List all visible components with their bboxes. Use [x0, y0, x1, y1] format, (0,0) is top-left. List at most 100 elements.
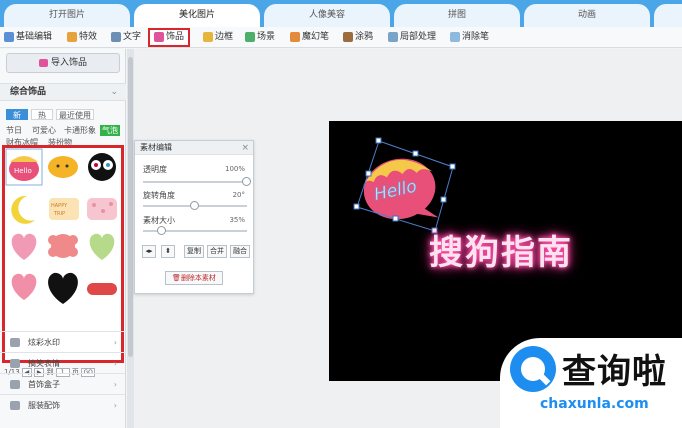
tool-label: 场景 [257, 32, 276, 42]
tool-accessories[interactable]: 饰品 [148, 28, 191, 47]
opacity-slider-knob[interactable] [242, 177, 251, 186]
scrollbar-thumb[interactable] [128, 57, 133, 357]
tool-label: 涂鸦 [355, 32, 374, 42]
watermark-url: chaxunla.com [540, 396, 649, 412]
tool-eraser[interactable]: 消除笔 [450, 30, 489, 45]
dialog-title: 素材编辑 × [135, 141, 253, 155]
sticker-hello-bubble[interactable]: Hello [5, 148, 43, 186]
tool-label: 饰品 [166, 32, 185, 42]
watermark-brand: 查询啦 [562, 352, 667, 392]
tool-bar: 基础编辑 特效 文字 饰品 边框 场景 魔幻笔 涂鸦 局部处理 消除笔 [0, 27, 682, 48]
tool-text[interactable]: 文字 [111, 30, 141, 45]
tab-more[interactable] [654, 4, 682, 27]
sticker-flower[interactable] [48, 234, 78, 258]
eraser-icon [450, 31, 460, 42]
section-header[interactable]: 综合饰品 ⌄ [0, 83, 126, 101]
sticker-black-eyes[interactable] [88, 153, 116, 181]
filter-new[interactable]: 新 [6, 109, 28, 120]
tab-open-image[interactable]: 打开图片 [4, 4, 130, 27]
panel-scrollbar[interactable] [127, 49, 134, 428]
category-row-label: 搞笑表情 [28, 359, 60, 368]
clothing-icon [10, 401, 20, 410]
brush-icon [343, 31, 353, 42]
category-cute[interactable]: 可爱心 [32, 125, 56, 136]
category-bubble[interactable]: 气泡 [100, 125, 120, 136]
tool-label: 消除笔 [462, 32, 490, 42]
bow-icon [154, 31, 164, 42]
tool-basic-edit[interactable]: 基础编辑 [4, 30, 52, 45]
tool-label: 边框 [215, 32, 234, 42]
sticker-black-heart[interactable] [48, 272, 78, 304]
category-row-watermark[interactable]: 炫彩水印 › [0, 331, 126, 352]
blend-button[interactable]: 融合 [230, 245, 250, 258]
tool-doodle[interactable]: 涂鸦 [343, 30, 373, 45]
local-adjust-icon [388, 31, 398, 42]
magic-wand-icon [67, 31, 77, 42]
tool-label: 特效 [79, 32, 98, 42]
sticker-moon[interactable] [11, 195, 35, 224]
dialog-title-text: 素材编辑 [140, 143, 172, 152]
text-icon [111, 31, 121, 42]
tool-magic-pen[interactable]: 魔幻笔 [290, 30, 329, 45]
delete-material-button[interactable]: 🗑删除本素材 [165, 271, 223, 285]
frame-icon [203, 31, 213, 42]
svg-text:Hello: Hello [14, 167, 32, 175]
opacity-value: 100% [224, 165, 245, 173]
import-icon [38, 58, 48, 67]
sticker-pink-pattern[interactable] [87, 198, 117, 220]
chevron-right-icon: › [113, 401, 117, 410]
flip-vertical-icon: ⬍ [165, 247, 171, 255]
size-slider[interactable] [143, 226, 247, 235]
size-label: 素材大小 [143, 216, 175, 225]
copy-button[interactable]: 复制 [184, 245, 204, 258]
merge-button[interactable]: 合并 [207, 245, 227, 258]
material-edit-dialog: 素材编辑 × 透明度 100% 旋转角度 20° 素材大小 35% ◂▸ ⬍ 复制… [134, 140, 254, 294]
sticker-yellow-face[interactable] [48, 156, 78, 178]
tool-scene[interactable]: 场景 [245, 30, 275, 45]
tab-animation[interactable]: 动画 [524, 4, 650, 27]
rotation-slider-knob[interactable] [190, 201, 199, 210]
close-icon[interactable]: × [241, 141, 249, 155]
trash-icon: 🗑 [172, 274, 181, 282]
size-slider-knob[interactable] [156, 226, 166, 235]
tool-frame[interactable]: 边框 [203, 30, 233, 45]
accessory-panel: 导入饰品 综合饰品 ⌄ 新 热 最近使用 节日 可爱心 卡通形象 气泡 财布冰帽 … [0, 49, 126, 428]
flip-vertical-button[interactable]: ⬍ [161, 245, 175, 258]
sticker-green-heart[interactable] [89, 233, 115, 260]
import-accessory-button[interactable]: 导入饰品 [6, 53, 120, 73]
tab-portrait-beauty[interactable]: 人像美容 [264, 4, 390, 27]
tool-local-adjust[interactable]: 局部处理 [388, 30, 436, 45]
tab-beautify-image[interactable]: 美化图片 [134, 4, 260, 27]
svg-text:TRIP: TRIP [53, 211, 65, 217]
watermark-icon [10, 338, 20, 347]
sticker-thumbnails: Hello HAPPY TRIP [5, 148, 117, 304]
chevron-right-icon: › [113, 359, 117, 368]
rotation-slider[interactable] [143, 201, 247, 210]
opacity-slider[interactable] [143, 177, 251, 186]
category-row-jewelry[interactable]: 首饰盒子 › [0, 373, 126, 394]
import-label: 导入饰品 [50, 58, 87, 68]
chevron-right-icon: › [113, 338, 117, 347]
emoji-icon [10, 359, 20, 368]
app-window: 打开图片 美化图片 人像美容 拼图 动画 基础编辑 特效 文字 饰品 边框 场景… [0, 0, 682, 428]
category-cartoon[interactable]: 卡通形象 [64, 125, 96, 136]
category-row-clothing[interactable]: 服装配饰 › [0, 394, 126, 415]
opacity-label: 透明度 [143, 165, 167, 174]
filter-recent[interactable]: 最近使用 [56, 109, 94, 120]
tool-label: 魔幻笔 [302, 32, 330, 42]
tool-label: 基础编辑 [16, 32, 53, 42]
section-title: 综合饰品 [10, 87, 47, 97]
sticker-happy-trip[interactable]: HAPPY TRIP [49, 198, 79, 220]
filter-hot[interactable]: 热 [31, 109, 53, 120]
tab-collage[interactable]: 拼图 [394, 4, 520, 27]
category-festival[interactable]: 节日 [6, 125, 22, 136]
svg-text:HAPPY: HAPPY [51, 203, 68, 209]
category-row-emoji[interactable]: 搞笑表情 › [0, 352, 126, 373]
sticker-red-label[interactable] [87, 283, 117, 295]
tool-effects[interactable]: 特效 [67, 30, 97, 45]
flip-horizontal-button[interactable]: ◂▸ [142, 245, 156, 258]
sticker-pink-heart[interactable] [11, 233, 37, 260]
sticker-heart-sign[interactable] [11, 273, 37, 300]
rotation-value: 20° [232, 191, 245, 199]
site-watermark: 查询啦 chaxunla.com [500, 338, 682, 428]
